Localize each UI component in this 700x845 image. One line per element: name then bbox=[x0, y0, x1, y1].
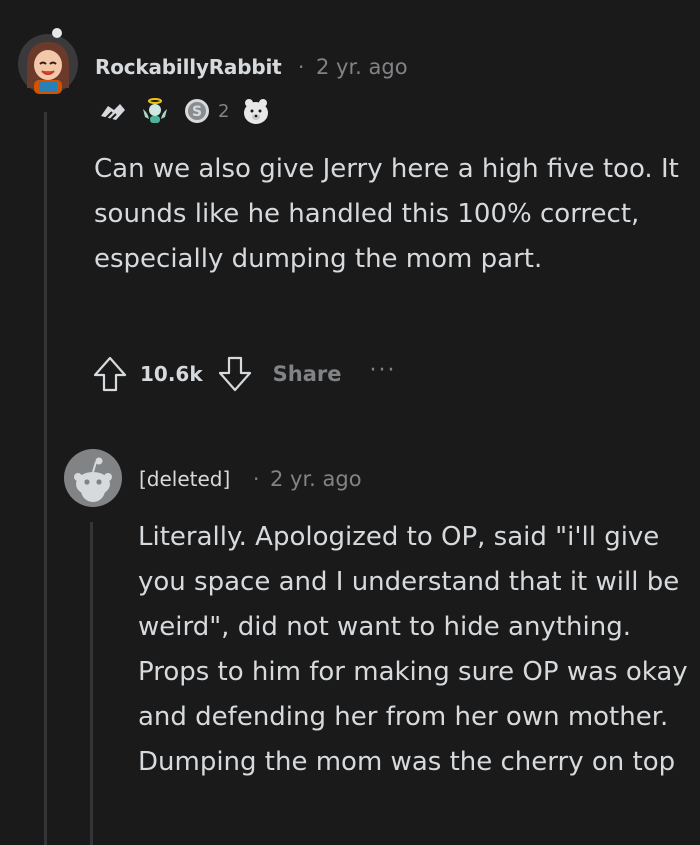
user-avatar[interactable] bbox=[17, 28, 79, 96]
comment-thread-line[interactable] bbox=[44, 112, 47, 845]
award-count: 2 bbox=[218, 100, 230, 122]
vote-score: 10.6k bbox=[140, 362, 203, 386]
meta-separator: · bbox=[298, 55, 305, 79]
svg-text:S: S bbox=[192, 104, 202, 120]
silver-coin-award-icon[interactable]: S bbox=[182, 96, 212, 126]
reply-timestamp[interactable]: 2 yr. ago bbox=[270, 467, 362, 491]
reply-thread-line[interactable] bbox=[90, 522, 93, 845]
bear-award-icon[interactable] bbox=[241, 96, 271, 126]
comment-username[interactable]: RockabillyRabbit bbox=[95, 55, 282, 79]
downvote-arrow-icon[interactable] bbox=[215, 353, 255, 395]
handshake-award-icon[interactable] bbox=[98, 96, 128, 126]
more-options-icon[interactable]: ··· bbox=[370, 358, 397, 383]
comment-timestamp[interactable]: 2 yr. ago bbox=[316, 55, 408, 79]
comment-body: Can we also give Jerry here a high five … bbox=[94, 154, 679, 274]
upvote-arrow-icon[interactable] bbox=[90, 353, 130, 395]
angel-award-icon[interactable] bbox=[140, 96, 170, 126]
reply-avatar[interactable] bbox=[63, 448, 123, 508]
reply-body: Literally. Apologized to OP, said "i'll … bbox=[138, 522, 688, 777]
awards-row[interactable]: S 2 bbox=[98, 94, 271, 128]
reply-username[interactable]: [deleted] bbox=[139, 467, 230, 491]
share-button[interactable]: Share bbox=[273, 362, 342, 386]
meta-separator: · bbox=[253, 467, 260, 491]
comment-actions: 10.6k Share ··· bbox=[90, 352, 397, 396]
